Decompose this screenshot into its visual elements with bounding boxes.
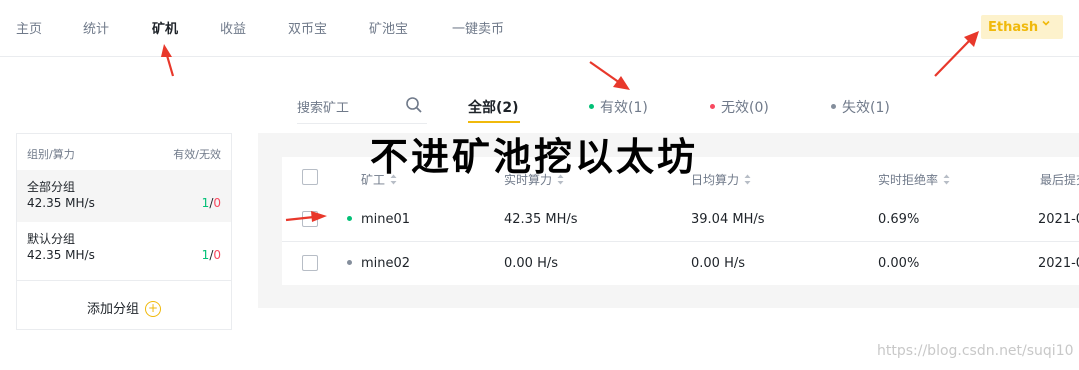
annotation-arrows: [161, 31, 979, 222]
arrow-icon: [161, 31, 979, 222]
